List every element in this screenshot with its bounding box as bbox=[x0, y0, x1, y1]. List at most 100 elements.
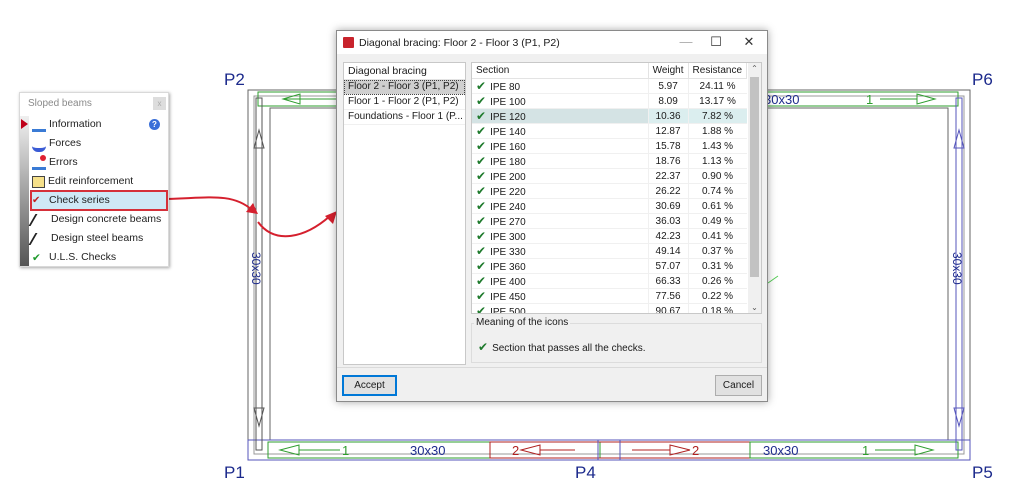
panel-item-check-series[interactable]: ✔ Check series bbox=[30, 190, 168, 211]
bottom-span-left-label: 1 bbox=[342, 443, 349, 458]
help-icon[interactable]: ? bbox=[149, 119, 160, 130]
section-name: IPE 100 bbox=[490, 97, 526, 108]
top-span-label: 1 bbox=[866, 92, 873, 107]
resistance-cell: 0.74 % bbox=[687, 183, 747, 199]
check-icon: ✔ bbox=[476, 109, 487, 123]
table-row[interactable]: ✔ IPE 220 26.22 0.74 % bbox=[472, 183, 747, 199]
resistance-cell: 1.13 % bbox=[687, 153, 747, 169]
table-row[interactable]: ✔ IPE 450 77.56 0.22 % bbox=[472, 288, 747, 304]
section-cell: ✔ IPE 200 bbox=[472, 168, 649, 184]
section-name: IPE 450 bbox=[490, 292, 526, 303]
section-cell: ✔ IPE 400 bbox=[472, 273, 649, 289]
minimize-button[interactable]: — bbox=[672, 33, 700, 51]
sloped-beams-panel: Sloped beams x Information? Forces Error… bbox=[19, 92, 169, 267]
table-row[interactable]: ✔ IPE 180 18.76 1.13 % bbox=[472, 153, 747, 169]
panel-strip bbox=[20, 116, 29, 266]
panel-item-label: Information bbox=[49, 118, 102, 130]
section-cell: ✔ IPE 140 bbox=[472, 123, 649, 139]
panel-item-errors[interactable]: Errors bbox=[32, 154, 166, 171]
column-header-section[interactable]: Section bbox=[472, 63, 649, 79]
check-icon: ✔ bbox=[476, 154, 487, 168]
weight-cell: 5.97 bbox=[647, 78, 689, 94]
section-cell: ✔ IPE 360 bbox=[472, 258, 649, 274]
node-p1: P1 bbox=[224, 463, 245, 482]
bracing-list-item[interactable]: Floor 1 - Floor 2 (P1, P2) bbox=[344, 95, 465, 110]
check-icon: ✔ bbox=[476, 94, 487, 108]
section-cell: ✔ IPE 330 bbox=[472, 243, 649, 259]
section-cell: ✔ IPE 240 bbox=[472, 198, 649, 214]
resistance-cell: 1.43 % bbox=[687, 138, 747, 154]
table-scrollbar[interactable]: ⌃ ⌄ bbox=[748, 63, 761, 313]
panel-item-label: U.L.S. Checks bbox=[49, 251, 117, 263]
check-icon: ✔ bbox=[476, 199, 487, 213]
maximize-button[interactable]: ☐ bbox=[702, 33, 730, 51]
table-row[interactable]: ✔ IPE 140 12.87 1.88 % bbox=[472, 123, 747, 139]
check-icon: ✔ bbox=[476, 289, 487, 303]
dialog-titlebar[interactable]: Diagonal bracing: Floor 2 - Floor 3 (P1,… bbox=[337, 31, 767, 54]
edit-reinforcement-icon bbox=[32, 175, 45, 188]
section-cell: ✔ IPE 450 bbox=[472, 288, 649, 304]
section-name: IPE 140 bbox=[490, 127, 526, 138]
panel-close-button[interactable]: x bbox=[153, 97, 166, 110]
errors-icon bbox=[32, 155, 46, 170]
bracing-list-item[interactable]: Floor 2 - Floor 3 (P1, P2) bbox=[344, 80, 465, 95]
resistance-cell: 0.61 % bbox=[687, 198, 747, 214]
table-row[interactable]: ✔ IPE 360 57.07 0.31 % bbox=[472, 258, 747, 274]
table-row[interactable]: ✔ IPE 300 42.23 0.41 % bbox=[472, 228, 747, 244]
panel-item-uls-checks[interactable]: ✔ U.L.S. Checks bbox=[32, 249, 166, 266]
table-row[interactable]: ✔ IPE 100 8.09 13.17 % bbox=[472, 93, 747, 109]
panel-item-design-steel-beams[interactable]: Design steel beams bbox=[28, 230, 166, 247]
check-icon: ✔ bbox=[476, 184, 487, 198]
weight-cell: 36.03 bbox=[647, 213, 689, 229]
left-column-section-label: 30x30 bbox=[249, 252, 263, 285]
section-cell: ✔ IPE 160 bbox=[472, 138, 649, 154]
table-row[interactable]: ✔ IPE 80 5.97 24.11 % bbox=[472, 78, 747, 94]
section-name: IPE 220 bbox=[490, 187, 526, 198]
column-header-resistance[interactable]: Resistance bbox=[688, 63, 748, 79]
section-name: IPE 270 bbox=[490, 217, 526, 228]
table-row[interactable]: ✔ IPE 330 49.14 0.37 % bbox=[472, 243, 747, 259]
node-p6: P6 bbox=[972, 70, 993, 89]
resistance-cell: 0.22 % bbox=[687, 288, 747, 304]
check-icon: ✔ bbox=[476, 169, 487, 183]
panel-item-edit-reinforcement[interactable]: Edit reinforcement bbox=[32, 173, 166, 190]
panel-item-label: Design concrete beams bbox=[51, 213, 162, 225]
node-p5: P5 bbox=[972, 463, 993, 482]
bottom-section-right-label: 30x30 bbox=[763, 443, 798, 458]
design-concrete-icon bbox=[28, 213, 52, 226]
bottom-span-mid-left-label: 2 bbox=[512, 443, 519, 458]
resistance-cell: 0.37 % bbox=[687, 243, 747, 259]
panel-item-design-concrete-beams[interactable]: Design concrete beams bbox=[28, 211, 166, 228]
scroll-down-icon[interactable]: ⌄ bbox=[748, 303, 761, 312]
table-row[interactable]: ✔ IPE 270 36.03 0.49 % bbox=[472, 213, 747, 229]
table-row[interactable]: ✔ IPE 500 90.67 0.18 % bbox=[472, 303, 747, 313]
panel-item-information[interactable]: Information? bbox=[32, 116, 166, 133]
table-row[interactable]: ✔ IPE 240 30.69 0.61 % bbox=[472, 198, 747, 214]
section-name: IPE 200 bbox=[490, 172, 526, 183]
section-cell: ✔ IPE 180 bbox=[472, 153, 649, 169]
check-icon: ✔ bbox=[476, 274, 487, 288]
accept-button[interactable]: Accept bbox=[342, 375, 397, 396]
table-row[interactable]: ✔ IPE 160 15.78 1.43 % bbox=[472, 138, 747, 154]
bracing-list-item[interactable]: Foundations - Floor 1 (P... bbox=[344, 110, 465, 125]
section-cell: ✔ IPE 500 bbox=[472, 303, 649, 313]
section-cell: ✔ IPE 100 bbox=[472, 93, 649, 109]
panel-item-forces[interactable]: Forces bbox=[32, 135, 166, 152]
weight-cell: 10.36 bbox=[647, 108, 689, 124]
footer-divider bbox=[337, 367, 767, 368]
close-button[interactable]: ✕ bbox=[735, 33, 763, 51]
resistance-cell: 13.17 % bbox=[687, 93, 747, 109]
section-name: IPE 300 bbox=[490, 232, 526, 243]
cancel-button[interactable]: Cancel bbox=[715, 375, 762, 396]
column-header-weight[interactable]: Weight bbox=[648, 63, 689, 79]
section-name: IPE 240 bbox=[490, 202, 526, 213]
scrollbar-thumb[interactable] bbox=[750, 77, 759, 277]
check-icon: ✔ bbox=[476, 139, 487, 153]
information-icon bbox=[32, 117, 46, 132]
diagonal-bracing-dialog: Diagonal bracing: Floor 2 - Floor 3 (P1,… bbox=[336, 30, 768, 402]
table-row[interactable]: ✔ IPE 120 10.36 7.82 % bbox=[472, 108, 747, 124]
resistance-cell: 7.82 % bbox=[687, 108, 747, 124]
scroll-up-icon[interactable]: ⌃ bbox=[748, 64, 761, 73]
table-row[interactable]: ✔ IPE 200 22.37 0.90 % bbox=[472, 168, 747, 184]
table-row[interactable]: ✔ IPE 400 66.33 0.26 % bbox=[472, 273, 747, 289]
